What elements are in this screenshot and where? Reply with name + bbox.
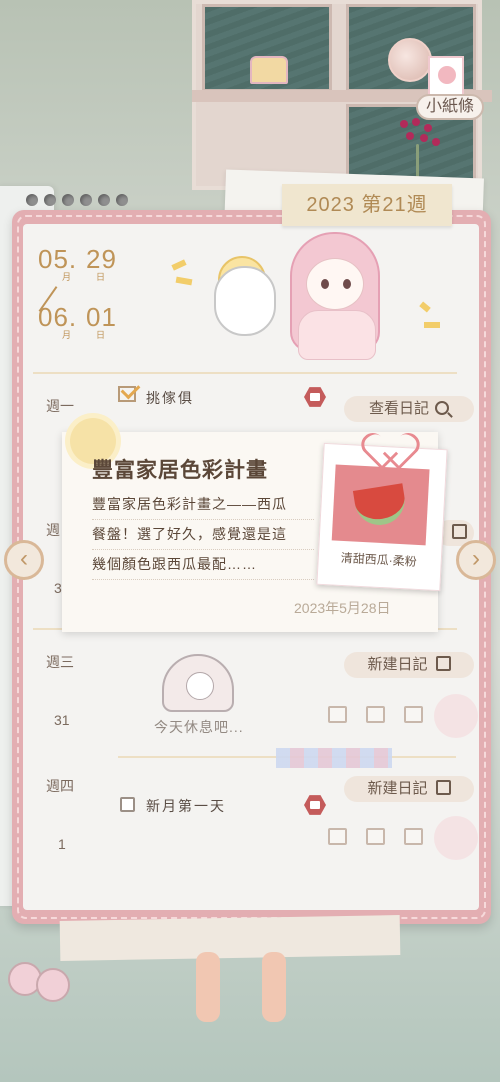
edit-icon <box>435 780 451 795</box>
memo-note-icon[interactable] <box>428 56 464 96</box>
start-month: 05. <box>38 244 78 274</box>
task-text: 挑傢俱 <box>146 390 194 406</box>
mood-slot[interactable] <box>404 828 423 845</box>
day-number: 1 <box>58 836 66 852</box>
charm-decoration <box>36 968 70 1002</box>
start-day-unit: 日 <box>96 272 106 282</box>
entry-date: 2023年5月28日 <box>294 600 391 616</box>
watermelon-plate-image <box>331 464 430 546</box>
task-text: 新月第一天 <box>146 798 226 814</box>
edit-icon <box>451 524 467 539</box>
week-label-tab: 2023 第21週 <box>282 184 452 226</box>
chibi-illustration <box>186 232 426 372</box>
character-foot <box>262 952 286 1022</box>
end-month-unit: 月 <box>62 330 72 340</box>
end-day-unit: 日 <box>96 330 106 340</box>
cake-decoration <box>250 56 288 84</box>
entry-body-line: 餐盤！選了好久，感覺還是這 <box>92 520 314 550</box>
view-diary-button[interactable]: 查看日記 <box>344 396 474 422</box>
flower-vase-decoration <box>394 118 444 182</box>
new-diary-button[interactable]: 新建日記 <box>344 652 474 678</box>
mood-slot[interactable] <box>366 706 385 723</box>
mood-slot[interactable] <box>328 828 347 845</box>
photo-caption: 清甜西瓜·柔粉 <box>340 550 418 569</box>
snow-globe-decoration <box>388 38 432 82</box>
entry-body: 豐富家居色彩計畫之——西瓜 餐盤！選了好久，感覺還是這 幾個顏色跟西瓜最配…… <box>92 490 314 580</box>
next-week-button[interactable]: › <box>456 540 496 580</box>
sticker-slot[interactable] <box>434 694 478 738</box>
sticker-slot[interactable] <box>434 816 478 860</box>
weekday-label: 週三 <box>46 654 74 670</box>
task-checkbox-checked[interactable] <box>118 386 136 402</box>
edit-icon <box>435 656 451 671</box>
rest-text: 今天休息吧... <box>154 719 244 735</box>
entry-body-line: 幾個顏色跟西瓜最配…… <box>92 550 314 580</box>
weekday-label: 週四 <box>46 778 74 794</box>
new-diary-button[interactable]: 新建日記 <box>344 776 474 802</box>
weekday-label: 週 <box>46 522 60 538</box>
entry-body-line: 豐富家居色彩計畫之——西瓜 <box>92 490 314 520</box>
prev-week-button[interactable]: ‹ <box>4 540 44 580</box>
row-divider <box>33 372 457 374</box>
sparkle-decoration <box>424 322 440 328</box>
mood-slot[interactable] <box>328 706 347 723</box>
end-month: 06. <box>38 302 78 332</box>
weekday-label: 週一 <box>46 398 74 414</box>
memo-button[interactable]: 小紙條 <box>416 94 484 120</box>
task-checkbox[interactable] <box>120 797 135 812</box>
washi-tape-decoration <box>276 748 392 768</box>
heart-clip-icon <box>374 432 414 468</box>
mood-slot[interactable] <box>366 828 385 845</box>
day-number: 3 <box>54 580 62 596</box>
start-month-unit: 月 <box>62 272 72 282</box>
character-foot <box>196 952 220 1022</box>
day-number: 31 <box>54 712 70 728</box>
bottom-paper-strip <box>59 915 401 961</box>
entry-title: 豐富家居色彩計畫 <box>92 459 268 482</box>
mood-slot[interactable] <box>404 706 423 723</box>
search-icon <box>435 401 449 415</box>
